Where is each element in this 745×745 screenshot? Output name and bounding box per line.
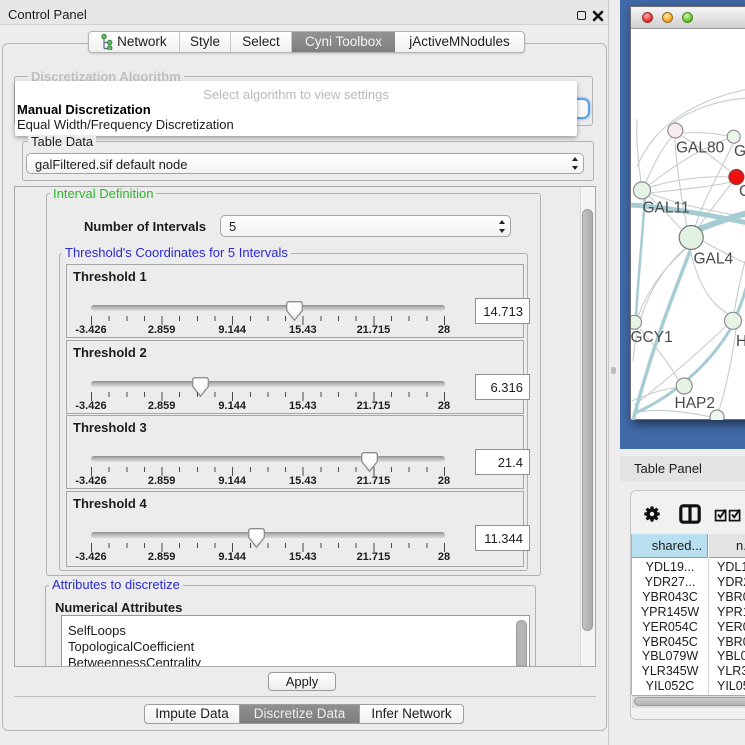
svg-text:GAL80: GAL80 bbox=[676, 140, 725, 157]
svg-text:GAL4: GAL4 bbox=[694, 251, 734, 268]
svg-text:GAL2: GAL2 bbox=[734, 143, 745, 160]
svg-text:CY: CY bbox=[739, 183, 745, 200]
svg-text:HAP2: HAP2 bbox=[675, 395, 716, 412]
svg-text:HIS4: HIS4 bbox=[736, 333, 745, 350]
svg-text:GAL11: GAL11 bbox=[643, 200, 690, 217]
svg-text:GCY1: GCY1 bbox=[631, 329, 673, 346]
